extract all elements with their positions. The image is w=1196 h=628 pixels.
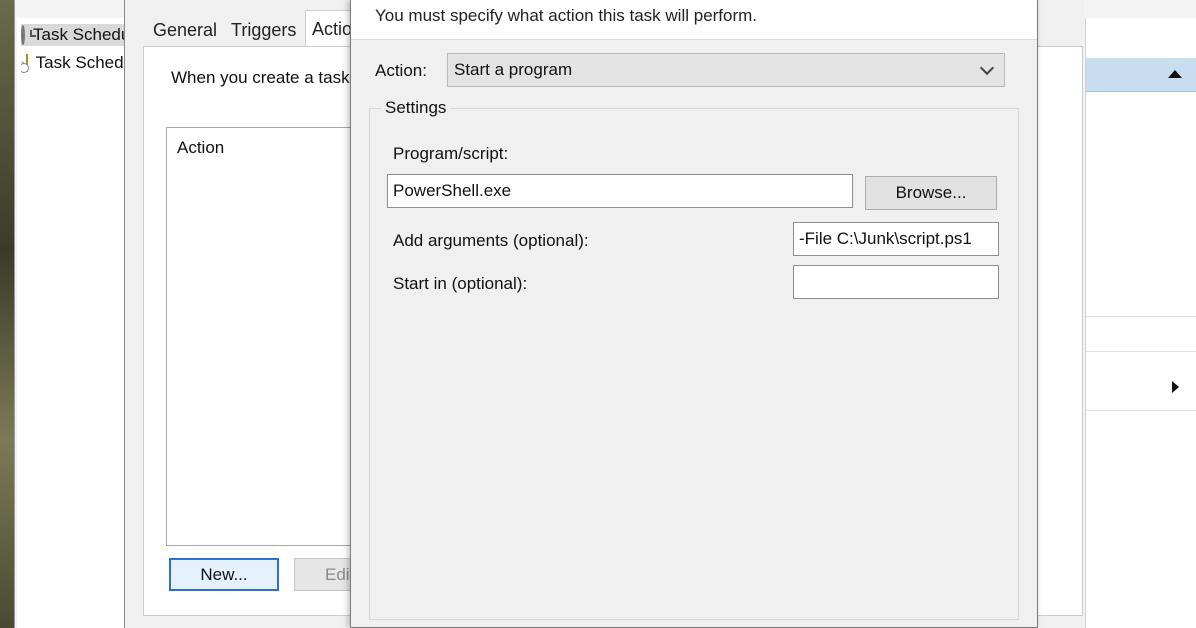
chevron-down-icon[interactable]	[979, 60, 995, 76]
add-arguments-input[interactable]: -File C:\Junk\script.ps1	[793, 222, 999, 256]
tree-item-label: Task Scheduler (Local)	[33, 25, 129, 44]
divider	[1086, 410, 1196, 411]
tree-item-label: Task Scheduler Library	[35, 53, 129, 72]
instruction-text: You must specify what action this task w…	[375, 6, 758, 25]
tree-item-task-scheduler-library[interactable]: › Task Scheduler Library	[21, 52, 129, 74]
program-script-input[interactable]: PowerShell.exe	[387, 174, 853, 208]
tab-general[interactable]: General	[147, 14, 223, 46]
tree-item-task-scheduler-local[interactable]: Task Scheduler (Local)	[21, 24, 129, 46]
new-button[interactable]: New...	[169, 558, 279, 591]
column-header-action[interactable]: Action	[177, 138, 224, 158]
clock-icon	[21, 25, 36, 45]
start-in-input[interactable]	[793, 265, 999, 299]
tab-label: Triggers	[231, 19, 297, 40]
add-arguments-label: Add arguments (optional):	[393, 231, 589, 250]
settings-legend: Settings	[381, 98, 451, 118]
action-label: Action:	[375, 61, 427, 80]
action-dropdown-value: Start a program	[454, 60, 573, 79]
console-tree: Task Scheduler (Local) › Task Scheduler …	[17, 18, 129, 628]
action-dropdown[interactable]: Start a program	[447, 53, 1005, 87]
divider	[1086, 351, 1196, 352]
browse-button[interactable]: Browse...	[865, 176, 997, 210]
desktop-background	[0, 0, 14, 628]
edit-action-dialog: You must specify what action this task w…	[350, 0, 1038, 628]
submenu-arrow-icon[interactable]	[1172, 381, 1179, 393]
intro-text: When you create a task, you must specify…	[171, 68, 371, 87]
divider	[1086, 316, 1196, 317]
instruction-banner: You must specify what action this task w…	[351, 0, 1037, 40]
collapse-up-icon[interactable]	[1168, 70, 1182, 78]
tab-label: General	[153, 19, 218, 40]
folder-icon	[21, 54, 29, 73]
start-in-label: Start in (optional):	[393, 274, 528, 293]
tab-triggers[interactable]: Triggers	[225, 14, 302, 46]
actions-pane-header[interactable]	[1086, 58, 1196, 92]
actions-pane	[1085, 18, 1196, 628]
program-script-label: Program/script:	[393, 144, 509, 163]
